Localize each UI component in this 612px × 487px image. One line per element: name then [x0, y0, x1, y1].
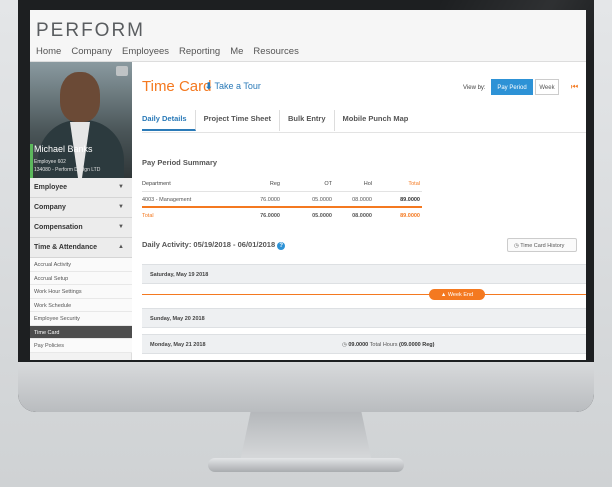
clock-icon: ◷: [342, 342, 347, 348]
nav-reporting[interactable]: Reporting: [179, 46, 220, 57]
status-indicator: [30, 144, 33, 178]
chevron-down-icon: ▼: [118, 204, 124, 210]
table-header: Department Reg OT Hol Total: [142, 176, 422, 192]
sidebar-item-accrual-setup[interactable]: Accrual Setup: [30, 271, 132, 285]
day-row-saturday[interactable]: Saturday, May 19 2018: [142, 264, 586, 284]
nav-home[interactable]: Home: [36, 46, 61, 57]
week-end-divider: [142, 294, 586, 295]
pay-period-summary-heading: Pay Period Summary: [142, 158, 218, 167]
sidebar-section-employee[interactable]: Employee ▼: [30, 178, 132, 198]
nav-company[interactable]: Company: [71, 46, 112, 57]
tab-project-time-sheet[interactable]: Project Time Sheet: [196, 110, 280, 131]
sidebar-section-company[interactable]: Company ▼: [30, 198, 132, 218]
tab-bar: Daily Details Project Time Sheet Bulk En…: [142, 110, 416, 131]
view-week-button[interactable]: Week: [535, 79, 559, 95]
profile-name: Michael Banks: [34, 144, 93, 154]
sidebar-item-time-card[interactable]: Time Card: [30, 325, 132, 339]
tab-daily-details[interactable]: Daily Details: [142, 110, 196, 131]
main-nav: Home Company Employees Reporting Me Reso…: [36, 46, 299, 57]
day-hours: ◷ 09.0000 Total Hours (09.0000 Reg): [342, 342, 435, 348]
day-row-monday[interactable]: Monday, May 21 2018 ◷ 09.0000 Total Hour…: [142, 334, 586, 354]
profile-company: 134080 - Perform Design LTD: [34, 167, 101, 173]
first-page-icon[interactable]: ⏮: [571, 82, 578, 92]
app-logo[interactable]: PERFORM: [36, 20, 145, 42]
help-icon[interactable]: ?: [277, 242, 286, 250]
nav-employees[interactable]: Employees: [122, 46, 169, 57]
camera-icon[interactable]: [116, 66, 128, 76]
tour-icon: ⬇: [205, 81, 213, 91]
view-by-label: View by:: [463, 85, 486, 91]
sidebar-section-time-attendance[interactable]: Time & Attendance ▲: [30, 238, 132, 258]
pay-period-summary-table: Department Reg OT Hol Total 4003 - Manag…: [142, 176, 422, 224]
daily-activity-heading: Daily Activity: 05/19/2018 - 06/01/2018?: [142, 240, 286, 250]
nav-me[interactable]: Me: [230, 46, 243, 57]
sidebar: Michael Banks Employee 602 134080 - Perf…: [30, 62, 132, 360]
take-a-tour-link[interactable]: ⬇ Take a Tour: [205, 81, 261, 92]
page-title: Time Card: [142, 78, 212, 95]
caret-up-icon: ▲: [440, 291, 447, 298]
nav-resources[interactable]: Resources: [253, 46, 298, 57]
week-end-toggle[interactable]: ▲ Week End: [429, 289, 485, 300]
tab-mobile-punch-map[interactable]: Mobile Punch Map: [335, 110, 417, 131]
sidebar-item-employee-security[interactable]: Employee Security: [30, 312, 132, 326]
main-content: Time Card ⬇ Take a Tour View by: Pay Peri…: [133, 62, 586, 360]
table-total-row: Total 76.0000 05.0000 08.0000 89.0000: [142, 213, 420, 219]
monitor-foot: [208, 458, 404, 472]
chevron-down-icon: ▼: [118, 184, 124, 190]
top-bar: PERFORM Home Company Employees Reporting…: [30, 10, 586, 62]
sidebar-item-work-schedule[interactable]: Work Schedule: [30, 298, 132, 312]
table-row: 4003 - Management 76.0000 05.0000 08.000…: [142, 192, 422, 208]
profile-role: Employee 602: [34, 159, 66, 165]
tab-divider: [142, 132, 586, 133]
chevron-up-icon: ▲: [118, 244, 124, 250]
day-row-sunday[interactable]: Sunday, May 20 2018: [142, 308, 586, 328]
sidebar-section-compensation[interactable]: Compensation ▼: [30, 218, 132, 238]
profile-photo: Michael Banks Employee 602 134080 - Perf…: [30, 62, 132, 178]
sidebar-item-pay-policies[interactable]: Pay Policies: [30, 339, 132, 353]
monitor-stand: [240, 412, 372, 462]
monitor-chin: [18, 362, 594, 412]
sidebar-item-accrual-activity[interactable]: Accrual Activity: [30, 258, 132, 272]
sidebar-menu: Employee ▼ Company ▼ Compensation ▼ Time & …: [30, 178, 132, 353]
chevron-down-icon: ▼: [118, 224, 124, 230]
clock-icon: ◷: [514, 243, 519, 249]
time-card-history-button[interactable]: ◷ Time Card History: [507, 238, 577, 252]
sidebar-item-work-hour-settings[interactable]: Work Hour Settings: [30, 285, 132, 299]
view-pay-period-button[interactable]: Pay Period: [491, 79, 533, 95]
screen: PERFORM Home Company Employees Reporting…: [30, 10, 586, 360]
tab-bulk-entry[interactable]: Bulk Entry: [280, 110, 335, 131]
profile-info: Employee 602 134080 - Perform Design LTD: [34, 158, 100, 174]
